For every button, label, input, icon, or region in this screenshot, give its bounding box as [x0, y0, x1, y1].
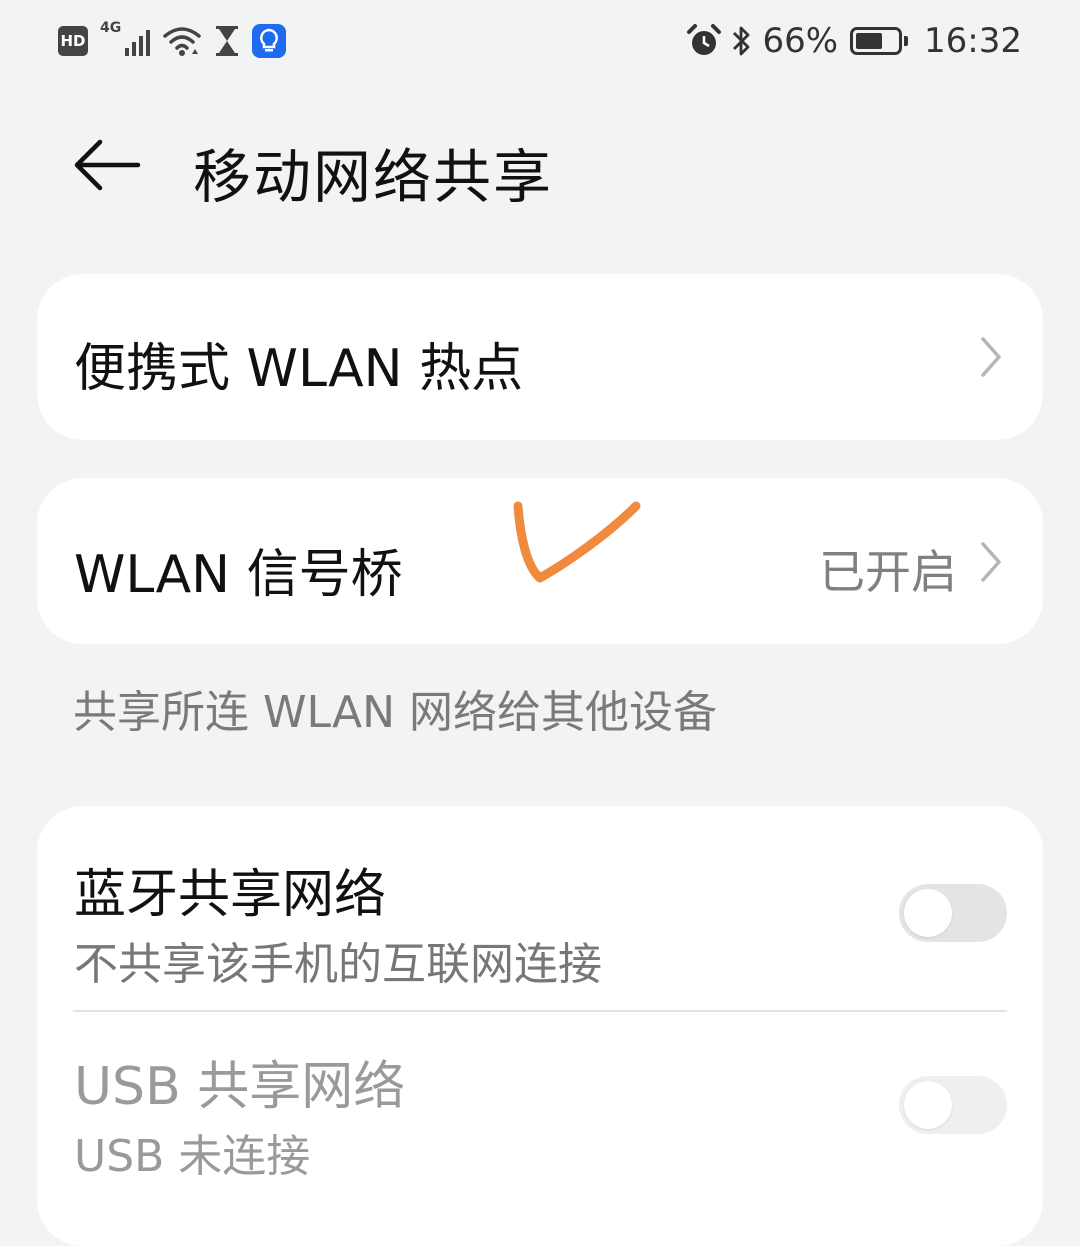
- chevron-right-icon: [981, 337, 1001, 377]
- status-bar: HD 4G 66% 16:32: [0, 0, 1080, 84]
- battery-percent: 66%: [762, 21, 839, 61]
- usb-tethering-toggle[interactable]: [899, 1076, 1007, 1134]
- wlan-bridge-title: WLAN 信号桥: [74, 545, 403, 605]
- hourglass-icon: [216, 26, 238, 56]
- bluetooth-tethering-toggle[interactable]: [899, 884, 1007, 942]
- wlan-bridge-card: WLAN 信号桥 已开启: [37, 478, 1043, 644]
- hotspot-card: 便携式 WLAN 热点: [37, 274, 1043, 440]
- status-bar-right: 66% 16:32: [686, 20, 1022, 62]
- alarm-icon: [687, 24, 722, 55]
- hd-icon: HD: [58, 26, 88, 56]
- wifi-icon: [163, 27, 201, 56]
- hotspot-row[interactable]: 便携式 WLAN 热点: [37, 274, 1043, 440]
- bulb-notification-icon: [252, 24, 286, 58]
- chevron-right-icon: [981, 542, 1001, 582]
- wlan-bridge-row[interactable]: WLAN 信号桥 已开启: [37, 478, 1043, 644]
- arrow-left-icon: [74, 139, 141, 191]
- back-button[interactable]: [72, 134, 142, 196]
- status-bar-left: HD 4G: [58, 20, 286, 62]
- usb-tethering-subtitle: USB 未连接: [74, 1131, 311, 1182]
- network-type-label: 4G: [100, 20, 122, 36]
- hotspot-title: 便携式 WLAN 热点: [74, 339, 524, 399]
- cellular-signal-icon: 4G: [100, 20, 150, 58]
- wlan-bridge-status: 已开启: [819, 545, 957, 599]
- tethering-card: 蓝牙共享网络 不共享该手机的互联网连接 USB 共享网络 USB 未连接: [37, 806, 1043, 1246]
- wlan-bridge-caption: 共享所连 WLAN 网络给其他设备: [73, 687, 718, 738]
- usb-tethering-row[interactable]: USB 共享网络 USB 未连接: [37, 1012, 1043, 1246]
- toggle-knob: [904, 889, 952, 937]
- clock: 16:32: [924, 21, 1022, 61]
- bluetooth-icon: [733, 26, 750, 56]
- bluetooth-tethering-row[interactable]: 蓝牙共享网络 不共享该手机的互联网连接: [37, 806, 1043, 1010]
- bluetooth-tethering-subtitle: 不共享该手机的互联网连接: [74, 939, 602, 990]
- toggle-knob: [904, 1081, 952, 1129]
- app-bar: 移动网络共享: [0, 110, 1080, 220]
- page-title: 移动网络共享: [193, 143, 554, 211]
- battery-icon: [850, 27, 909, 55]
- bluetooth-tethering-title: 蓝牙共享网络: [74, 865, 387, 925]
- usb-tethering-title: USB 共享网络: [74, 1057, 406, 1117]
